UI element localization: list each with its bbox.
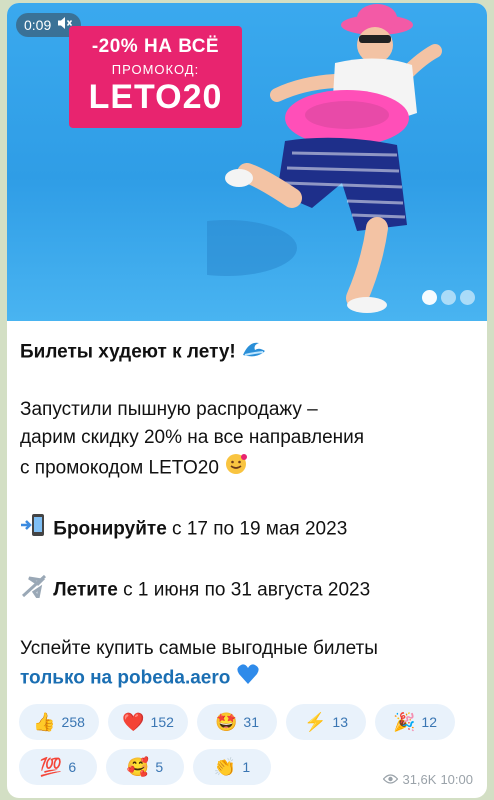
slide-dot[interactable] (460, 290, 475, 305)
heart-icon: ❤️ (122, 712, 145, 732)
cta-line: Успейте купить самые выгодные билеты (20, 638, 378, 659)
post-text: Билеты худеют к лету! Запустили пышную р… (20, 337, 480, 694)
slide-dot[interactable] (441, 290, 456, 305)
post-headline: Билеты худеют к лету! (20, 341, 236, 363)
reaction-lightning[interactable]: ⚡ 13 (286, 704, 366, 740)
reaction-smiling-hearts[interactable]: 🥰 5 (106, 749, 184, 785)
reaction-count: 12 (421, 714, 437, 730)
woman-in-swim-ring-illustration (207, 4, 442, 313)
reaction-clapping-hands[interactable]: 👏 1 (193, 749, 271, 785)
blue-heart-icon (236, 663, 260, 694)
booking-label: Бронируйте (53, 518, 167, 540)
reaction-heart[interactable]: ❤️ 152 (108, 704, 188, 740)
post-media-video[interactable]: 0:09 -20% НА ВСЁ ПРОМОКОД: LETO20 (7, 3, 487, 321)
message-meta: 31,6K 10:00 (383, 772, 473, 787)
reaction-count: 31 (243, 714, 259, 730)
wave-icon (241, 337, 267, 368)
clapping-hands-icon: 👏 (213, 757, 237, 777)
video-duration: 0:09 (24, 17, 52, 33)
party-popper-icon: 🎉 (393, 712, 416, 732)
slide-dot[interactable] (422, 290, 437, 305)
thumbs-up-icon: 👍 (33, 712, 56, 732)
slide-indicator[interactable] (422, 290, 475, 305)
reaction-party-popper[interactable]: 🎉 12 (375, 704, 455, 740)
eye-icon (383, 772, 399, 787)
mobile-phone-arrow-icon (20, 513, 48, 546)
reaction-hundred[interactable]: 💯 6 (19, 749, 97, 785)
booking-dates: с 17 по 19 мая 2023 (166, 518, 348, 540)
hundred-icon: 💯 (39, 757, 63, 777)
reaction-count: 5 (155, 759, 164, 775)
smiling-face-with-hearts-icon (224, 452, 248, 485)
flight-label: Летите (53, 579, 118, 601)
flight-dates: с 1 июня по 31 августа 2023 (117, 579, 371, 601)
airplane-icon (20, 574, 48, 607)
reaction-count: 152 (150, 714, 174, 730)
reaction-count: 6 (68, 759, 77, 775)
reaction-thumbs-up[interactable]: 👍 258 (19, 704, 99, 740)
reaction-count: 258 (61, 714, 85, 730)
smiling-hearts-icon: 🥰 (126, 757, 150, 777)
lightning-icon: ⚡ (304, 712, 327, 732)
reaction-count: 1 (242, 759, 251, 775)
post-paragraph-line: дарим скидку 20% на все направления (20, 427, 365, 448)
message-time: 10:00 (440, 772, 473, 787)
message-bubble: 0:09 -20% НА ВСЁ ПРОМОКОД: LETO20 Билеты… (7, 3, 487, 798)
post-paragraph-line: Запустили пышную распродажу – (20, 399, 318, 420)
pobeda-link[interactable]: только на pobeda.aero (20, 668, 230, 689)
post-paragraph-line: с промокодом LETO20 (20, 457, 219, 479)
reaction-count: 13 (332, 714, 348, 730)
view-count: 31,6K (402, 772, 437, 787)
reaction-star-struck[interactable]: 🤩 31 (197, 704, 277, 740)
star-struck-icon: 🤩 (215, 712, 238, 732)
